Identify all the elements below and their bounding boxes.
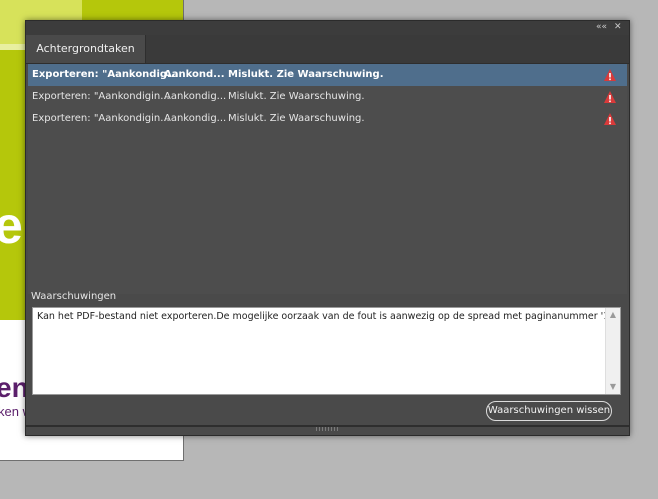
task-name: Exporteren: "Aankondig... <box>32 69 179 80</box>
clear-warnings-button[interactable]: Waarschuwingen wissen <box>486 401 612 421</box>
warning-icon[interactable] <box>603 90 617 104</box>
task-document: Aankondig... <box>164 113 227 124</box>
warning-icon[interactable] <box>603 112 617 126</box>
task-name: Exporteren: "Aankondigin... <box>32 113 170 124</box>
tab-bar: Achtergrondtaken <box>26 35 629 64</box>
panel-titlebar[interactable]: «« ✕ <box>26 21 629 35</box>
warning-icon[interactable] <box>603 68 617 82</box>
close-icon[interactable]: ✕ <box>614 22 622 32</box>
warnings-textarea[interactable]: Kan het PDF-bestand niet exporteren.De m… <box>32 307 621 395</box>
background-tasks-panel: «« ✕ Achtergrondtaken Exporteren: "Aanko… <box>25 20 630 436</box>
task-status: Mislukt. Zie Waarschuwing. <box>228 69 384 80</box>
table-row[interactable]: Exporteren: "Aankondigin... Aankondig...… <box>28 86 627 108</box>
task-status: Mislukt. Zie Waarschuwing. <box>228 113 365 124</box>
tab-background-tasks[interactable]: Achtergrondtaken <box>26 35 146 63</box>
warnings-label: Waarschuwingen <box>31 291 117 302</box>
table-row[interactable]: Exporteren: "Aankondig... Aankond... Mis… <box>28 64 627 86</box>
collapse-icon[interactable]: «« <box>596 22 607 32</box>
task-status: Mislukt. Zie Waarschuwing. <box>228 91 365 102</box>
task-name: Exporteren: "Aankondigin... <box>32 91 170 102</box>
table-row[interactable]: Exporteren: "Aankondigin... Aankondig...… <box>28 108 627 130</box>
scroll-up-icon[interactable]: ▲ <box>608 310 618 320</box>
warnings-scrollbar[interactable]: ▲ ▼ <box>605 308 620 394</box>
task-document: Aankond... <box>164 69 225 80</box>
warnings-text: Kan het PDF-bestand niet exporteren.De m… <box>37 311 615 322</box>
task-document: Aankondig... <box>164 91 227 102</box>
resize-grip[interactable] <box>316 427 340 431</box>
task-list[interactable]: Exporteren: "Aankondig... Aankond... Mis… <box>28 64 627 294</box>
scroll-down-icon[interactable]: ▼ <box>608 382 618 392</box>
